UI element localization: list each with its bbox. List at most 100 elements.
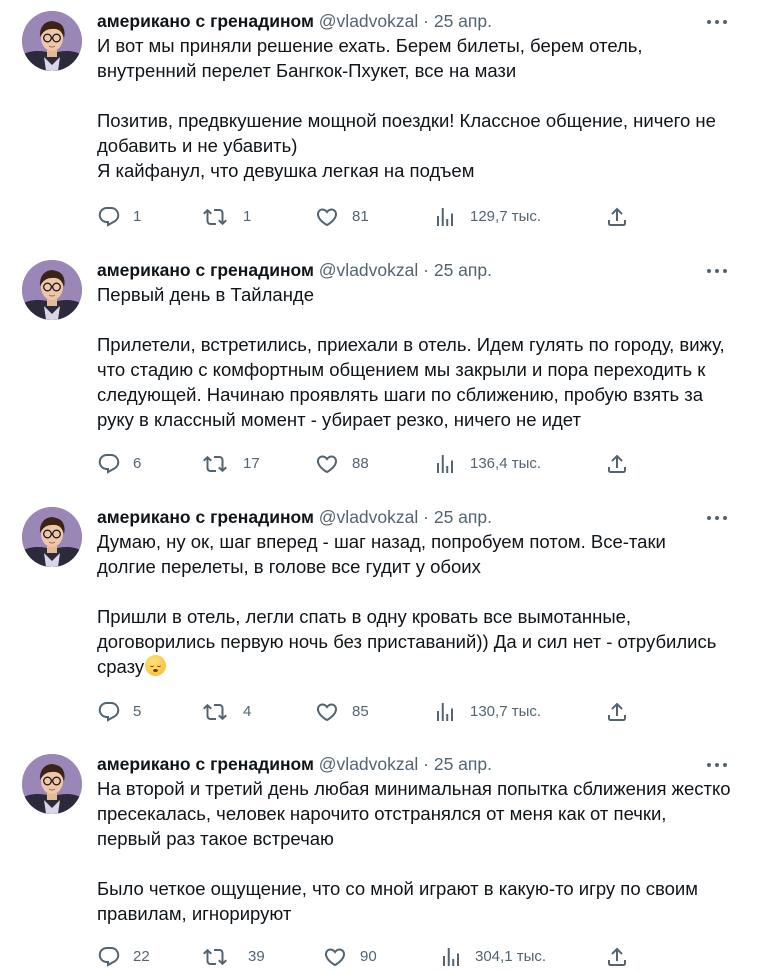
like-count: 88 [352,455,369,472]
author-name[interactable]: американо с гренадином [97,11,314,31]
views-button[interactable]: 130,7 тыс. [433,700,563,724]
reply-button[interactable]: 5 [97,700,157,724]
separator-dot: · [423,11,429,31]
author-name[interactable]: американо с гренадином [97,507,314,527]
more-icon[interactable] [704,755,730,775]
author-name[interactable]: американо с гренадином [97,754,314,774]
like-count: 90 [360,948,377,965]
author-handle[interactable]: @vladvokzal [319,260,418,280]
retweet-icon [203,945,227,969]
retweet-count: 39 [248,948,265,965]
like-button[interactable]: 85 [315,700,385,724]
reply-icon [97,205,121,229]
author-handle[interactable]: @vladvokzal [319,11,418,31]
like-button[interactable]: 88 [315,452,385,476]
separator-dot: · [423,260,429,280]
tweet-date[interactable]: 25 апр. [434,754,492,774]
author-handle[interactable]: @vladvokzal [319,507,418,527]
separator-dot: · [423,507,429,527]
avatar[interactable] [22,754,82,814]
tweet-text: Думаю, ну ок, шаг вперед - шаг назад, по… [97,529,737,679]
reply-button[interactable]: 6 [97,452,157,476]
reply-count: 1 [133,208,142,225]
avatar[interactable] [22,11,82,71]
heart-icon [315,205,339,229]
tweet-date[interactable]: 25 апр. [434,260,492,280]
tweet-actions: 22 39 90 304,1 тыс. [97,945,737,969]
tweet-paragraph: Думаю, ну ок, шаг вперед - шаг назад, по… [97,531,666,577]
reply-button[interactable]: 1 [97,205,157,229]
avatar[interactable] [22,260,82,320]
more-icon[interactable] [704,508,730,528]
tweet-header: американо с гренадином @vladvokzal · 25 … [97,506,492,528]
share-icon [605,700,629,724]
retweet-count: 17 [243,455,260,472]
views-button[interactable]: 129,7 тыс. [433,205,563,229]
views-button[interactable]: 136,4 тыс. [433,452,563,476]
like-button[interactable]: 90 [323,945,393,969]
retweet-count: 4 [243,703,252,720]
heart-icon [315,452,339,476]
more-icon[interactable] [704,261,730,281]
tweet-paragraph-text: Пришли в отель, легли спать в одну крова… [97,606,717,677]
share-button[interactable] [605,945,629,969]
tweet-date[interactable]: 25 апр. [434,11,492,31]
reply-count: 22 [133,948,150,965]
reply-button[interactable]: 22 [97,945,167,969]
author-handle[interactable]: @vladvokzal [319,754,418,774]
tweet-actions: 6 17 88 136,4 тыс. [97,452,737,476]
views-icon [433,452,457,476]
separator-dot: · [423,754,429,774]
views-count: 304,1 тыс. [475,948,547,965]
share-button[interactable] [605,205,629,229]
heart-icon [315,700,339,724]
tweet-header: американо с гренадином @vladvokzal · 25 … [97,10,492,32]
retweet-count: 1 [243,208,252,225]
share-icon [605,945,629,969]
retweet-icon [203,205,227,229]
avatar[interactable] [22,507,82,567]
tweet-text: И вот мы приняли решение ехать. Берем би… [97,33,737,183]
share-button[interactable] [605,700,629,724]
like-button[interactable]: 81 [315,205,385,229]
tweet-actions: 5 4 85 130,7 тыс. [97,700,737,724]
tweet-text: Первый день в Тайланде Прилетели, встрет… [97,282,737,432]
views-icon [433,205,457,229]
retweet-button[interactable]: 1 [203,205,263,229]
tweet-paragraph: Позитив, предвкушение мощной поездки! Кл… [97,110,716,181]
reply-icon [97,452,121,476]
retweet-icon [203,700,227,724]
reply-icon [97,945,121,969]
tweet-paragraph: Было четкое ощущение, что со мной играют… [97,878,698,924]
tweet-text: На второй и третий день любая минимальна… [97,776,737,926]
retweet-button[interactable]: 39 [203,945,273,969]
tweet-header: американо с гренадином @vladvokzal · 25 … [97,753,492,775]
more-icon[interactable] [704,12,730,32]
views-icon [433,700,457,724]
sleeping-face-emoji [145,655,167,676]
reply-count: 6 [133,455,142,472]
tweet-paragraph: Прилетели, встретились, приехали в отель… [97,334,725,430]
tweet-paragraph: Первый день в Тайланде [97,284,314,305]
views-count: 136,4 тыс. [470,455,542,472]
tweet-header: американо с гренадином @vladvokzal · 25 … [97,259,492,281]
retweet-button[interactable]: 4 [203,700,263,724]
tweet-date[interactable]: 25 апр. [434,507,492,527]
retweet-button[interactable]: 17 [203,452,263,476]
views-count: 129,7 тыс. [470,208,542,225]
views-count: 130,7 тыс. [470,703,542,720]
author-name[interactable]: американо с гренадином [97,260,314,280]
retweet-icon [203,452,227,476]
views-button[interactable]: 304,1 тыс. [439,945,569,969]
heart-icon [323,945,347,969]
share-button[interactable] [605,452,629,476]
reply-count: 5 [133,703,142,720]
share-icon [605,205,629,229]
share-icon [605,452,629,476]
like-count: 81 [352,208,369,225]
reply-icon [97,700,121,724]
tweet-paragraph: Пришли в отель, легли спать в одну крова… [97,604,737,679]
views-icon [439,945,463,969]
like-count: 85 [352,703,369,720]
tweet-actions: 1 1 81 129,7 тыс. [97,205,737,229]
